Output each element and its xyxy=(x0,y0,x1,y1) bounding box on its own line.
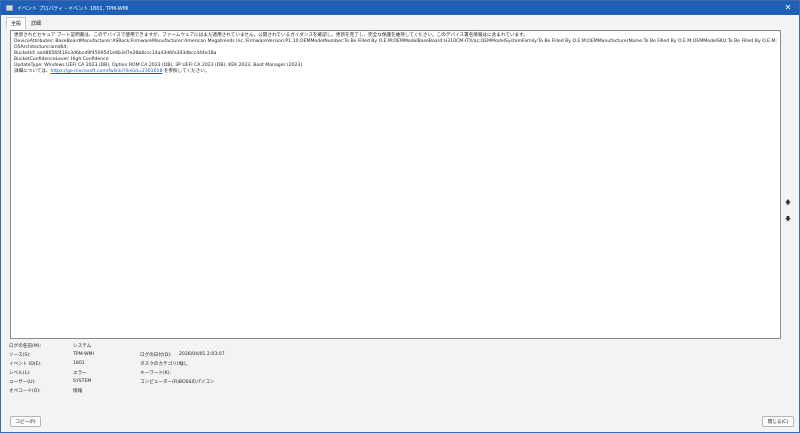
event-properties-window: イベント プロパティ - イベント 1801, TPM-WMI ✕ 全般 詳細 … xyxy=(0,0,800,433)
logged-value[interactable]: 2026/04/01 2:03:07 xyxy=(179,352,225,357)
event-id-label: イベント ID(E): xyxy=(9,362,42,367)
close-button[interactable]: 閉じる(C) xyxy=(762,416,794,427)
event-id-value[interactable]: 1801 xyxy=(73,361,85,366)
details-suffix: を参照してください。 xyxy=(162,69,210,74)
log-name-value[interactable]: システム xyxy=(73,343,91,349)
message-line: DeviceAttributes: BaseBoardManufacturer:… xyxy=(14,39,777,50)
tab-bar: 全般 詳細 xyxy=(6,17,46,29)
source-label: ソース(S): xyxy=(9,353,31,358)
opcode-value[interactable]: 情報 xyxy=(73,388,82,394)
computer-label: コンピューター(R): xyxy=(140,380,181,385)
event-message-box[interactable]: 更新されたセキュア ブート証明書は、このデバイスで使用できますが、ファームウェア… xyxy=(10,30,781,339)
logged-label: ログの日付(D): xyxy=(140,353,172,358)
event-viewer-icon xyxy=(6,5,13,11)
source-value[interactable]: TPM-WMI xyxy=(73,352,94,357)
next-event-button[interactable]: 🡇 xyxy=(783,215,793,225)
arrow-down-icon: 🡇 xyxy=(784,216,792,223)
title-bar[interactable]: イベント プロパティ - イベント 1801, TPM-WMI ✕ xyxy=(1,1,799,15)
copy-button[interactable]: コピー(P) xyxy=(10,416,41,427)
message-line: 詳細については、https://go.microsoft.com/fwlink/… xyxy=(14,69,777,75)
keywords-label: キーワード(K): xyxy=(140,371,172,376)
level-value[interactable]: エラー xyxy=(73,370,87,376)
level-label: レベル(L): xyxy=(9,371,31,376)
tab-general[interactable]: 全般 xyxy=(6,17,27,29)
details-prefix: 詳細については、 xyxy=(14,69,51,74)
task-category-label: タスクのカテゴリ(Y): xyxy=(140,362,185,367)
user-value[interactable]: SYSTEM xyxy=(73,379,91,384)
help-link[interactable]: https://go.microsoft.com/fwlink/?linkid=… xyxy=(51,69,163,74)
computer-value[interactable]: BOSSのパソコン xyxy=(179,379,215,385)
task-category-value[interactable]: なし xyxy=(179,361,188,367)
previous-event-button[interactable]: 🡅 xyxy=(783,198,793,208)
user-label: ユーザー(U): xyxy=(9,380,36,385)
close-window-button[interactable]: ✕ xyxy=(781,3,795,13)
arrow-up-icon: 🡅 xyxy=(784,199,792,206)
tab-details[interactable]: 詳細 xyxy=(26,17,46,29)
window-title: イベント プロパティ - イベント 1801, TPM-WMI xyxy=(17,5,129,12)
opcode-label: オペコード(O): xyxy=(9,389,41,394)
log-name-label: ログの名前(M): xyxy=(9,344,42,349)
